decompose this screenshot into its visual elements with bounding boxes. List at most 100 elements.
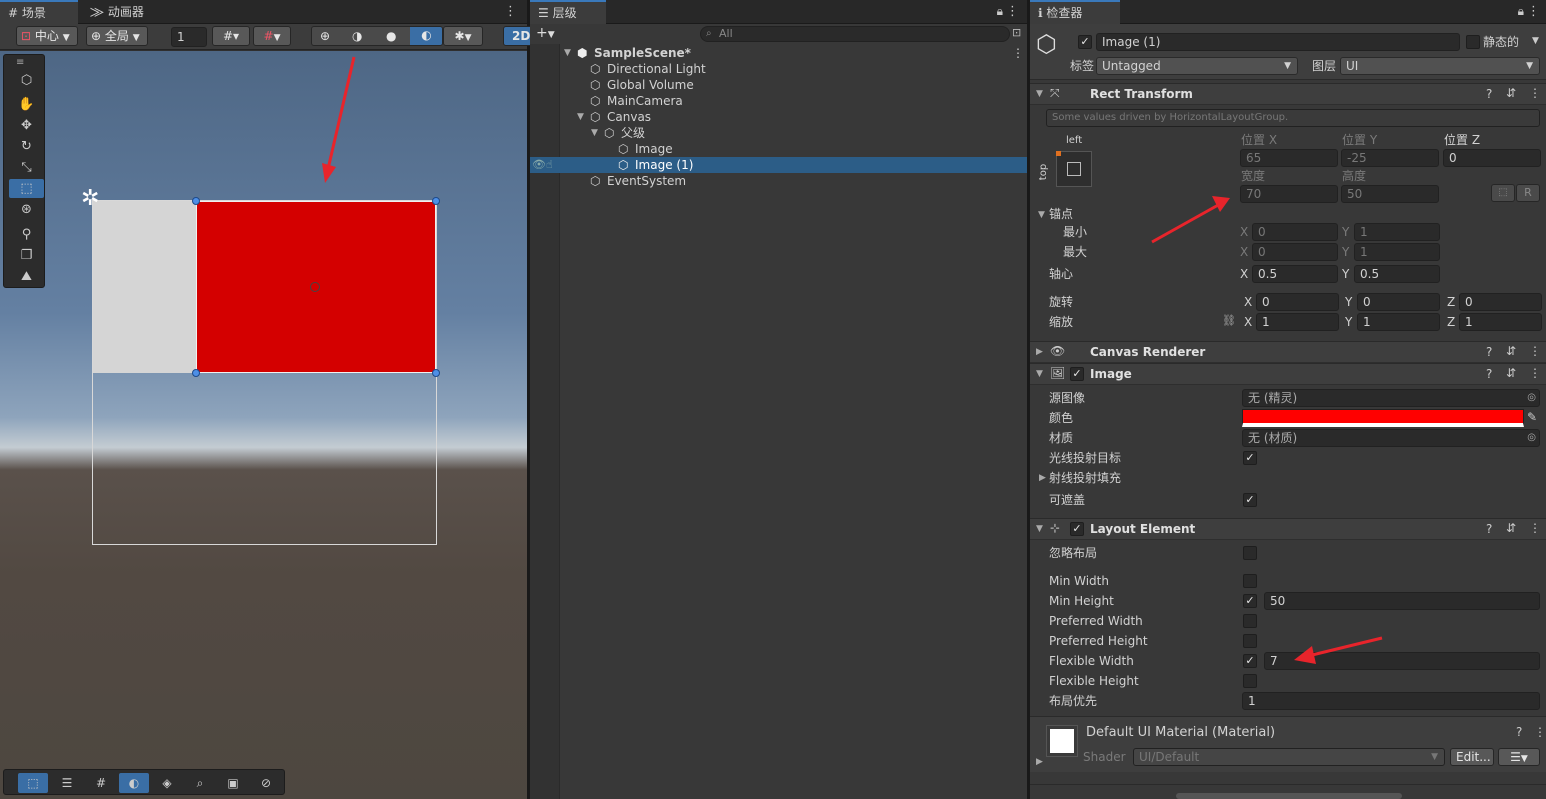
presets-icon[interactable]: ⇵ <box>1506 521 1516 535</box>
rotation-z-field[interactable]: 0 <box>1459 293 1542 311</box>
layout-element-enabled-checkbox[interactable]: ✓ <box>1070 522 1084 536</box>
pivot-handle[interactable] <box>310 282 320 292</box>
chevron-down-icon[interactable]: ▼ <box>1036 524 1043 534</box>
min-height-checkbox[interactable]: ✓ <box>1243 594 1257 608</box>
pivot-y-field[interactable]: 0.5 <box>1354 265 1440 283</box>
tab-inspector[interactable]: ℹ 检查器 <box>1030 0 1120 24</box>
image-gray[interactable] <box>93 201 196 373</box>
preferred-width-checkbox[interactable] <box>1243 614 1257 628</box>
rotation-y-field[interactable]: 0 <box>1357 293 1440 311</box>
layer-dropdown[interactable]: UI ▼ <box>1340 57 1540 75</box>
grid-snap-button[interactable]: #▾ <box>212 26 250 46</box>
lock-icon[interactable]: 🔒︎ <box>1518 4 1524 19</box>
image-component-header[interactable]: ▼ 🖼︎ ✓ Image ? ⇵ ⋮ <box>1030 363 1546 385</box>
more-menu-icon[interactable]: ⋮ <box>1529 366 1541 380</box>
effects-icon[interactable]: ⛰ <box>9 267 44 286</box>
shader-options-button[interactable]: ☰▼ <box>1498 748 1540 766</box>
eyedropper-icon[interactable]: ✎ <box>1527 410 1537 424</box>
edit-shader-button[interactable]: Edit... <box>1450 748 1494 766</box>
hand-icon[interactable]: ✋ <box>9 95 44 114</box>
chevron-down-icon[interactable]: ▼ <box>577 109 584 125</box>
add-button[interactable]: +▼ <box>536 25 555 41</box>
rect-overlay-icon[interactable]: ⬚ <box>18 773 48 793</box>
2d-toggle-button[interactable]: 2D <box>503 26 533 46</box>
scrollbar-thumb[interactable] <box>1176 793 1402 799</box>
raw-edit-button[interactable]: R <box>1516 184 1540 202</box>
flexible-width-checkbox[interactable]: ✓ <box>1243 654 1257 668</box>
rotation-x-field[interactable]: 0 <box>1256 293 1339 311</box>
pos-y-field[interactable]: -25 <box>1341 149 1439 167</box>
shaded-wireframe-icon[interactable]: ◑ <box>352 27 362 45</box>
min-height-field[interactable]: 50 <box>1264 592 1540 610</box>
help-icon[interactable]: ? <box>1486 522 1492 536</box>
lock-icon[interactable]: 🔒︎ <box>997 4 1003 19</box>
preferred-height-checkbox[interactable] <box>1243 634 1257 648</box>
help-icon[interactable]: ? <box>1516 725 1522 739</box>
width-field[interactable]: 70 <box>1240 185 1338 203</box>
layers-icon[interactable]: ◈ <box>152 773 182 793</box>
object-picker-icon[interactable]: ◎ <box>1527 430 1536 446</box>
chevron-down-icon[interactable]: ▼ <box>1038 210 1045 220</box>
increment-snap-button[interactable]: #▼ <box>253 26 291 46</box>
raycast-target-checkbox[interactable]: ✓ <box>1243 451 1257 465</box>
more-menu-icon[interactable]: ⋮ <box>1529 86 1541 100</box>
scale-z-field[interactable]: 1 <box>1459 313 1542 331</box>
more-menu-icon[interactable]: ⋮ <box>1534 725 1546 739</box>
more-menu-icon[interactable]: ⋮ <box>1529 344 1541 358</box>
static-checkbox[interactable] <box>1466 35 1480 49</box>
pos-z-field[interactable]: 0 <box>1443 149 1541 167</box>
rect-transform-header[interactable]: ▼ ⤧ Rect Transform ? ⇵ ⋮ <box>1030 83 1546 105</box>
help-icon[interactable]: ? <box>1486 367 1492 381</box>
chevron-right-icon[interactable]: ▶ <box>1036 757 1043 767</box>
editor-tool-icon[interactable]: ❐ <box>9 246 44 265</box>
blueprint-button[interactable]: ⬚ <box>1491 184 1515 202</box>
chevron-down-icon[interactable]: ▼ <box>1036 369 1043 379</box>
min-width-checkbox[interactable] <box>1243 574 1257 588</box>
height-field[interactable]: 50 <box>1341 185 1439 203</box>
tab-animator[interactable]: ⨠ 动画器 <box>82 0 152 24</box>
shader-dropdown[interactable]: UI/Default ▼ <box>1133 748 1445 766</box>
material-field[interactable]: 无 (材质) ◎ <box>1242 429 1540 447</box>
layout-priority-field[interactable]: 1 <box>1242 692 1540 710</box>
tab-scene[interactable]: # 场景 <box>0 0 78 24</box>
scale-x-field[interactable]: 1 <box>1256 313 1339 331</box>
list-item[interactable]: ▼ ⬡ 父级 <box>530 125 1027 141</box>
more-menu-icon[interactable]: ⋮ <box>504 4 517 19</box>
view-tool-icon[interactable]: ⬡ <box>9 71 44 90</box>
chevron-down-icon[interactable]: ▼ <box>564 45 571 61</box>
ignore-layout-checkbox[interactable] <box>1243 546 1257 560</box>
scene-search-icon[interactable]: ⊡ <box>1012 26 1021 39</box>
wireframe-icon[interactable]: ⊕ <box>320 27 330 45</box>
list-item[interactable]: ▼ ⬡ Canvas <box>530 109 1027 125</box>
more-menu-icon[interactable]: ⋮ <box>1529 521 1541 535</box>
shaded-icon[interactable]: ● <box>386 27 396 45</box>
list-item[interactable]: ⬡ EventSystem <box>530 173 1027 189</box>
pivot-x-field[interactable]: 0.5 <box>1252 265 1338 283</box>
object-name-input[interactable]: Image (1) <box>1096 33 1460 51</box>
anchor-min-x-field[interactable]: 0 <box>1252 223 1338 241</box>
chevron-right-icon[interactable]: ▶ <box>1039 473 1046 483</box>
camera-icon[interactable]: ▣ <box>218 773 248 793</box>
maskable-checkbox[interactable]: ✓ <box>1243 493 1257 507</box>
list-item[interactable]: ⬡ MainCamera <box>530 93 1027 109</box>
chevron-down-icon[interactable]: ▼ <box>591 125 598 141</box>
corner-handle[interactable] <box>192 197 200 205</box>
tab-hierarchy[interactable]: ☰ 层级 <box>530 0 606 24</box>
lighting-overlay-icon[interactable]: ◐ <box>119 773 149 793</box>
list-item-selected[interactable]: 👁︎ ☝︎ ⬡ Image (1) <box>530 157 1027 173</box>
flexible-height-checkbox[interactable] <box>1243 674 1257 688</box>
more-menu-icon[interactable]: ⋮ <box>1006 4 1019 19</box>
more-menu-icon[interactable]: ⋮ <box>1527 4 1540 19</box>
help-icon[interactable]: ? <box>1486 87 1492 101</box>
list-item[interactable]: ▼ ⬢ SampleScene* ⋮ <box>530 45 1027 61</box>
scale-y-field[interactable]: 1 <box>1357 313 1440 331</box>
chevron-down-icon[interactable]: ▼ <box>1036 89 1043 99</box>
list-item[interactable]: ⬡ Directional Light <box>530 61 1027 77</box>
source-image-field[interactable]: 无 (精灵) ◎ <box>1242 389 1540 407</box>
visibility-icon[interactable]: 👁︎ <box>532 157 546 173</box>
canvas-renderer-header[interactable]: ▶ 👁︎ Canvas Renderer ? ⇵ ⋮ <box>1030 341 1546 363</box>
corner-handle[interactable] <box>432 369 440 377</box>
compass-icon[interactable]: ⊘ <box>251 773 281 793</box>
chevron-down-icon[interactable]: ▼ <box>1532 36 1539 46</box>
scene-viewport[interactable]: ✲ ≡ ⬡ ✋ ✥ ↻ ⤡ ⬚ ⊛ ⚲ ❐ ⛰ ⬚ ☰ # ◐ ◈ ⌕ ▣ ⊘ <box>0 51 527 799</box>
